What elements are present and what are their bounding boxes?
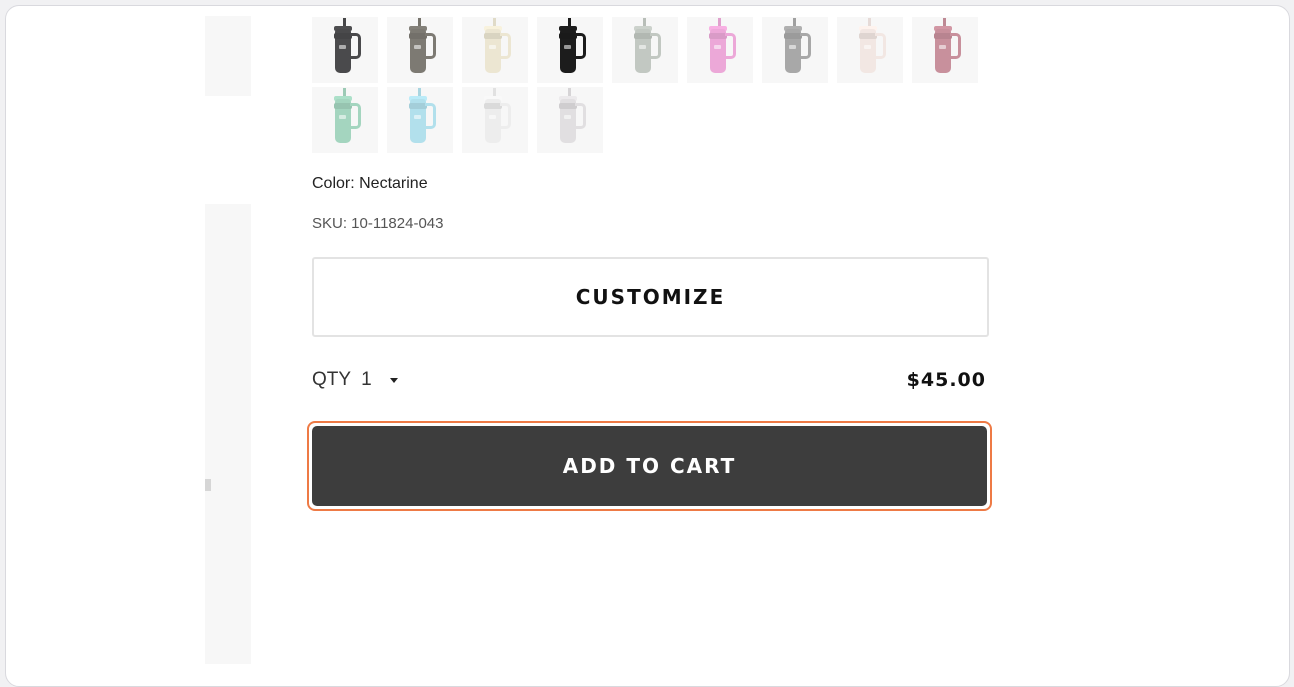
color-swatch-pink[interactable] — [687, 17, 753, 83]
color-swatch-blush[interactable] — [837, 17, 903, 83]
browser-content-frame: Color: Nectarine SKU: 10-11824-043 CUSTO… — [5, 5, 1290, 687]
tumbler-image — [710, 29, 726, 73]
selected-color-label: Color: Nectarine — [312, 175, 428, 192]
quantity-label: QTY — [312, 369, 352, 390]
color-swatch-charcoal[interactable] — [312, 17, 378, 83]
color-swatch-black[interactable] — [537, 17, 603, 83]
quantity-value: 1 — [361, 369, 372, 390]
color-swatch-grid — [312, 17, 992, 153]
tumbler-image — [425, 103, 436, 129]
color-swatch-ash[interactable] — [762, 17, 828, 83]
tumbler-image — [635, 29, 651, 73]
tumbler-image — [489, 45, 496, 49]
tumbler-image — [560, 99, 576, 143]
tumbler-image — [575, 103, 586, 129]
tumbler-image — [939, 45, 946, 49]
add-to-cart-focus-ring: ADD TO CART — [307, 421, 992, 511]
tumbler-image — [875, 33, 886, 59]
color-swatch-mint[interactable] — [312, 87, 378, 153]
color-swatch-sage-gray[interactable] — [612, 17, 678, 83]
color-swatch-light-gray[interactable] — [537, 87, 603, 153]
gallery-scroll-indicator[interactable] — [205, 479, 211, 491]
tumbler-image — [485, 29, 501, 73]
tumbler-image — [350, 103, 361, 129]
tumbler-image — [410, 29, 426, 73]
tumbler-image — [500, 103, 511, 129]
tumbler-image — [650, 33, 661, 59]
tumbler-image — [639, 45, 646, 49]
tumbler-image — [575, 33, 586, 59]
tumbler-image — [714, 45, 721, 49]
tumbler-image — [860, 29, 876, 73]
tumbler-image — [339, 45, 346, 49]
tumbler-image — [935, 29, 951, 73]
quantity-select[interactable]: QTY 1 — [312, 369, 398, 391]
tumbler-image — [414, 115, 421, 119]
chevron-down-icon — [389, 377, 398, 383]
tumbler-image — [489, 115, 496, 119]
tumbler-image — [800, 33, 811, 59]
tumbler-image — [339, 115, 346, 119]
tumbler-image — [564, 45, 571, 49]
color-swatch-cream[interactable] — [462, 17, 528, 83]
tumbler-image — [785, 29, 801, 73]
product-price: $45.00 — [906, 369, 986, 391]
tumbler-image — [560, 29, 576, 73]
tumbler-image — [414, 45, 421, 49]
tumbler-image — [425, 33, 436, 59]
color-swatch-stone-gray[interactable] — [387, 17, 453, 83]
tumbler-image — [725, 33, 736, 59]
gallery-thumbnail-strip — [205, 16, 251, 96]
tumbler-image — [789, 45, 796, 49]
tumbler-image — [500, 33, 511, 59]
gallery-thumbnail-strip — [205, 204, 251, 664]
color-swatch-sky[interactable] — [387, 87, 453, 153]
sku-label: SKU: 10-11824-043 — [312, 215, 444, 232]
tumbler-image — [950, 33, 961, 59]
customize-button[interactable]: CUSTOMIZE — [312, 257, 989, 337]
add-to-cart-button[interactable]: ADD TO CART — [312, 426, 987, 506]
tumbler-image — [335, 29, 351, 73]
tumbler-image — [485, 99, 501, 143]
tumbler-image — [864, 45, 871, 49]
color-swatch-white[interactable] — [462, 87, 528, 153]
color-swatch-rose[interactable] — [912, 17, 978, 83]
tumbler-image — [335, 99, 351, 143]
tumbler-image — [564, 115, 571, 119]
tumbler-image — [350, 33, 361, 59]
tumbler-image — [410, 99, 426, 143]
